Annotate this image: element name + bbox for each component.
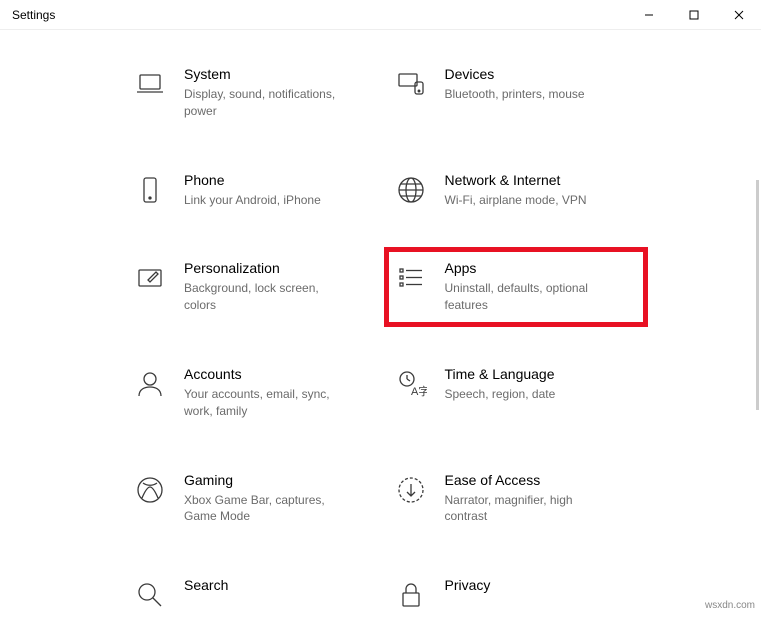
- category-time-language[interactable]: A字 Time & Language Speech, region, date: [391, 360, 642, 426]
- minimize-button[interactable]: [626, 0, 671, 30]
- category-desc: Narrator, magnifier, high contrast: [445, 492, 615, 526]
- category-personalization[interactable]: Personalization Background, lock screen,…: [130, 254, 381, 320]
- list-icon: [395, 262, 427, 294]
- category-title: Privacy: [445, 577, 638, 593]
- titlebar: Settings: [0, 0, 761, 30]
- laptop-icon: [134, 68, 166, 100]
- globe-icon: [395, 174, 427, 206]
- category-title: Devices: [445, 66, 638, 82]
- xbox-icon: [134, 474, 166, 506]
- time-language-icon: A字: [395, 368, 427, 400]
- search-icon: [134, 579, 166, 611]
- category-desc: Bluetooth, printers, mouse: [445, 86, 615, 103]
- category-gaming[interactable]: Gaming Xbox Game Bar, captures, Game Mod…: [130, 466, 381, 532]
- scrollbar[interactable]: [756, 180, 759, 410]
- category-title: Ease of Access: [445, 472, 638, 488]
- category-title: Accounts: [184, 366, 377, 382]
- category-desc: Speech, region, date: [445, 386, 615, 403]
- category-accounts[interactable]: Accounts Your accounts, email, sync, wor…: [130, 360, 381, 426]
- category-phone[interactable]: Phone Link your Android, iPhone: [130, 166, 381, 215]
- category-search[interactable]: Search: [130, 571, 381, 617]
- category-devices[interactable]: Devices Bluetooth, printers, mouse: [391, 60, 642, 126]
- maximize-button[interactable]: [671, 0, 716, 30]
- category-desc: Display, sound, notifications, power: [184, 86, 354, 120]
- category-title: Gaming: [184, 472, 377, 488]
- category-title: Search: [184, 577, 377, 593]
- category-ease-of-access[interactable]: Ease of Access Narrator, magnifier, high…: [391, 466, 642, 532]
- category-desc: Uninstall, defaults, optional features: [445, 280, 615, 314]
- watermark: wsxdn.com: [705, 600, 755, 611]
- category-title: Phone: [184, 172, 377, 188]
- settings-categories-grid: System Display, sound, notifications, po…: [0, 30, 761, 617]
- category-apps[interactable]: Apps Uninstall, defaults, optional featu…: [391, 254, 642, 320]
- category-desc: Your accounts, email, sync, work, family: [184, 386, 354, 420]
- category-desc: Background, lock screen, colors: [184, 280, 354, 314]
- category-title: Network & Internet: [445, 172, 638, 188]
- person-icon: [134, 368, 166, 400]
- svg-text:A字: A字: [411, 384, 427, 398]
- category-title: Time & Language: [445, 366, 638, 382]
- devices-icon: [395, 68, 427, 100]
- window-controls: [626, 0, 761, 30]
- category-system[interactable]: System Display, sound, notifications, po…: [130, 60, 381, 126]
- category-title: Apps: [445, 260, 638, 276]
- window-title: Settings: [12, 8, 626, 22]
- close-button[interactable]: [716, 0, 761, 30]
- category-title: System: [184, 66, 377, 82]
- category-privacy[interactable]: Privacy: [391, 571, 642, 617]
- phone-icon: [134, 174, 166, 206]
- ease-of-access-icon: [395, 474, 427, 506]
- category-desc: Wi-Fi, airplane mode, VPN: [445, 192, 615, 209]
- category-title: Personalization: [184, 260, 377, 276]
- paintbrush-icon: [134, 262, 166, 294]
- category-desc: Link your Android, iPhone: [184, 192, 354, 209]
- lock-icon: [395, 579, 427, 611]
- category-network[interactable]: Network & Internet Wi-Fi, airplane mode,…: [391, 166, 642, 215]
- category-desc: Xbox Game Bar, captures, Game Mode: [184, 492, 354, 526]
